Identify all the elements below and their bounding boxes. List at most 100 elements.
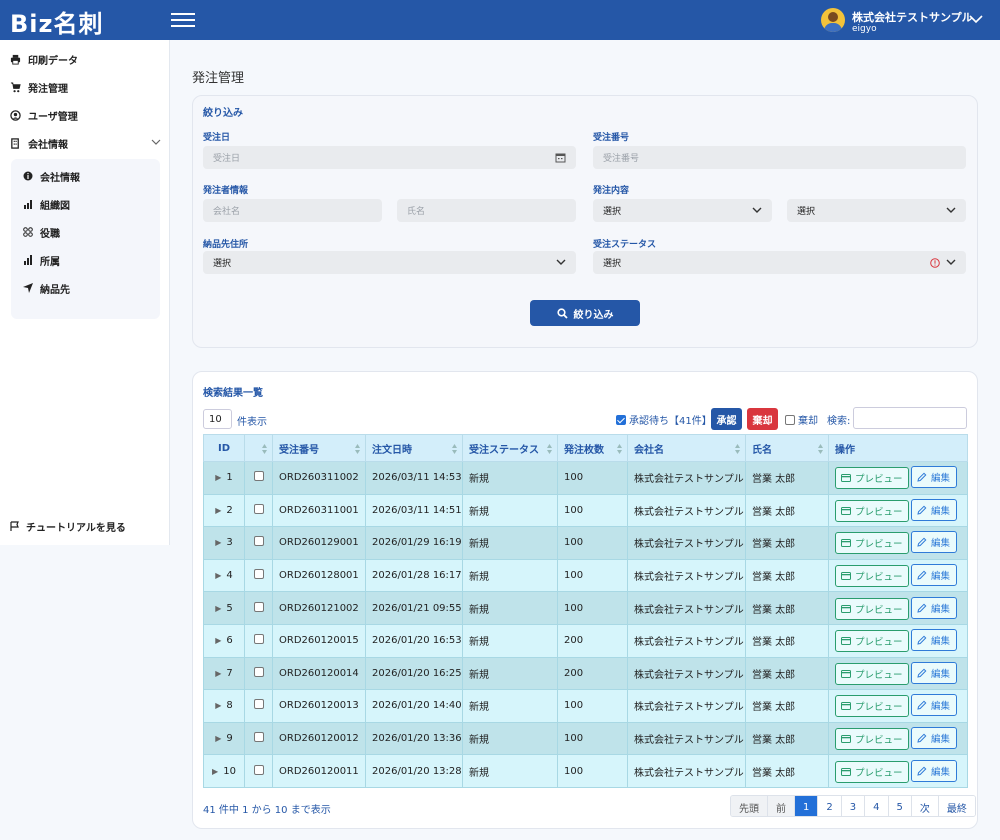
company-name-input[interactable]: 会社名 <box>203 199 382 222</box>
cell-select[interactable] <box>244 558 273 593</box>
preview-button[interactable]: プレビュー <box>835 597 909 620</box>
table-row[interactable]: ▶ 9 ORD260120012 2026/01/20 13:36 新規 100 株式会社テ… <box>203 721 968 756</box>
preview-button[interactable]: プレビュー <box>835 532 909 555</box>
table-row[interactable]: ▶ 3 ORD260129001 2026/01/29 16:19 新規 100 株式会社テ… <box>203 526 968 560</box>
pager-item[interactable]: 前 <box>767 796 794 816</box>
cell-select[interactable] <box>244 461 273 495</box>
preview-button[interactable]: プレビュー <box>835 662 909 685</box>
row-checkbox[interactable] <box>253 666 264 677</box>
pager-item[interactable]: 次 <box>910 796 938 816</box>
column-header-order-no[interactable]: 受注番号 <box>272 434 366 462</box>
page-length-select[interactable]: 10 <box>203 409 232 429</box>
tutorial-link[interactable]: チュートリアルを見る <box>10 519 126 534</box>
column-header-select[interactable] <box>244 434 273 462</box>
preview-button[interactable]: プレビュー <box>835 760 909 783</box>
cell-select[interactable] <box>244 591 273 625</box>
row-checkbox[interactable] <box>253 471 264 482</box>
reject-button[interactable]: 棄却 <box>747 408 778 430</box>
preview-button[interactable]: プレビュー <box>835 630 909 653</box>
expand-icon[interactable]: ▶ <box>215 734 221 743</box>
row-checkbox[interactable] <box>253 536 264 547</box>
row-checkbox[interactable] <box>253 569 264 580</box>
submenu-positions[interactable]: 役職 <box>23 223 60 241</box>
sidebar-item-orders[interactable]: 発注管理 <box>10 77 68 97</box>
cell-id[interactable]: ▶ 6 <box>203 623 245 658</box>
order-date-input[interactable]: 受注日 <box>203 146 576 169</box>
column-header-id[interactable]: ID <box>203 434 245 462</box>
row-checkbox[interactable] <box>253 503 264 514</box>
chevron-down-icon[interactable] <box>969 14 983 24</box>
submenu-company-info[interactable]: 会社情報 <box>23 167 80 185</box>
preview-button[interactable]: プレビュー <box>835 565 909 588</box>
column-header-company[interactable]: 会社名 <box>627 434 746 462</box>
cell-select[interactable] <box>244 493 273 528</box>
checkbox-unchecked[interactable] <box>785 414 795 425</box>
cell-select[interactable] <box>244 656 273 691</box>
cell-select[interactable] <box>244 721 273 756</box>
column-header-name[interactable]: 氏名 <box>745 434 829 462</box>
order-status-select[interactable]: 選択 <box>593 251 966 274</box>
menu-toggle-icon[interactable] <box>171 13 195 27</box>
edit-button[interactable]: 編集 <box>911 466 957 489</box>
preview-button[interactable]: プレビュー <box>835 695 909 718</box>
rejected-filter-checkbox[interactable]: 棄却 <box>785 412 818 427</box>
expand-icon[interactable]: ▶ <box>215 669 221 678</box>
edit-button[interactable]: 編集 <box>911 727 957 750</box>
expand-icon[interactable]: ▶ <box>215 701 221 710</box>
table-row[interactable]: ▶ 1 ORD260311002 2026/03/11 14:53 新規 100 株式会社テ… <box>203 461 968 495</box>
app-logo[interactable]: Biz名刺 <box>10 4 104 39</box>
edit-button[interactable]: 編集 <box>911 498 957 521</box>
calendar-icon[interactable] <box>555 152 566 163</box>
edit-button[interactable]: 編集 <box>911 531 957 554</box>
submenu-delivery[interactable]: 納品先 <box>23 279 70 297</box>
person-name-input[interactable]: 氏名 <box>397 199 576 222</box>
cell-id[interactable]: ▶ 4 <box>203 558 245 593</box>
row-checkbox[interactable] <box>253 634 264 645</box>
filter-submit-button[interactable]: 絞り込み <box>530 300 640 326</box>
expand-icon[interactable]: ▶ <box>215 538 221 547</box>
cell-select[interactable] <box>244 526 273 560</box>
column-header-date[interactable]: 注文日時 <box>365 434 463 462</box>
column-header-quantity[interactable]: 発注枚数 <box>557 434 628 462</box>
table-row[interactable]: ▶ 2 ORD260311001 2026/03/11 14:51 新規 100 株式会社テ… <box>203 493 968 528</box>
pager-item[interactable]: 最終 <box>937 796 975 816</box>
table-row[interactable]: ▶ 7 ORD260120014 2026/01/20 16:25 新規 200 株式会社テ… <box>203 656 968 691</box>
expand-icon[interactable]: ▶ <box>215 636 221 645</box>
approve-button[interactable]: 承認 <box>711 408 742 430</box>
edit-button[interactable]: 編集 <box>911 661 957 684</box>
expand-icon[interactable]: ▶ <box>215 473 221 482</box>
submenu-departments[interactable]: 所属 <box>23 251 60 269</box>
edit-button[interactable]: 編集 <box>911 694 957 717</box>
avatar[interactable] <box>821 8 845 32</box>
pager-item[interactable]: 4 <box>864 796 888 816</box>
preview-button[interactable]: プレビュー <box>835 499 909 522</box>
sidebar-item-users[interactable]: ユーザ管理 <box>10 105 78 125</box>
cell-id[interactable]: ▶ 9 <box>203 721 245 756</box>
pager-item[interactable]: 先頭 <box>731 796 767 816</box>
row-checkbox[interactable] <box>253 601 264 612</box>
expand-icon[interactable]: ▶ <box>212 767 218 776</box>
preview-button[interactable]: プレビュー <box>835 467 909 490</box>
table-row[interactable]: ▶ 10 ORD260120011 2026/01/20 13:28 新規 100 株式会社… <box>203 754 968 788</box>
row-checkbox[interactable] <box>253 699 264 710</box>
cell-select[interactable] <box>244 623 273 658</box>
edit-button[interactable]: 編集 <box>911 564 957 587</box>
table-row[interactable]: ▶ 5 ORD260121002 2026/01/21 09:55 新規 100 株式会社テ… <box>203 591 968 625</box>
order-content-select-2[interactable]: 選択 <box>787 199 966 222</box>
cell-select[interactable] <box>244 754 273 788</box>
table-row[interactable]: ▶ 8 ORD260120013 2026/01/20 14:40 新規 100 株式会社テ… <box>203 689 968 723</box>
preview-button[interactable]: プレビュー <box>835 728 909 751</box>
edit-button[interactable]: 編集 <box>911 596 957 619</box>
submenu-org-chart[interactable]: 組織図 <box>23 195 70 213</box>
expand-icon[interactable]: ▶ <box>215 604 221 613</box>
cell-id[interactable]: ▶ 7 <box>203 656 245 691</box>
sidebar-item-print-data[interactable]: 印刷データ <box>10 49 78 69</box>
checkbox-checked[interactable] <box>616 414 626 425</box>
pager-item[interactable]: 5 <box>887 796 911 816</box>
pager-item[interactable]: 1 <box>794 796 818 816</box>
cell-id[interactable]: ▶ 2 <box>203 493 245 528</box>
pending-filter-checkbox[interactable]: 承認待ち【41件】 <box>616 412 712 427</box>
table-row[interactable]: ▶ 4 ORD260128001 2026/01/28 16:17 新規 100 株式会社テ… <box>203 558 968 593</box>
row-checkbox[interactable] <box>253 732 264 743</box>
table-row[interactable]: ▶ 6 ORD260120015 2026/01/20 16:53 新規 200 株式会社テ… <box>203 623 968 658</box>
